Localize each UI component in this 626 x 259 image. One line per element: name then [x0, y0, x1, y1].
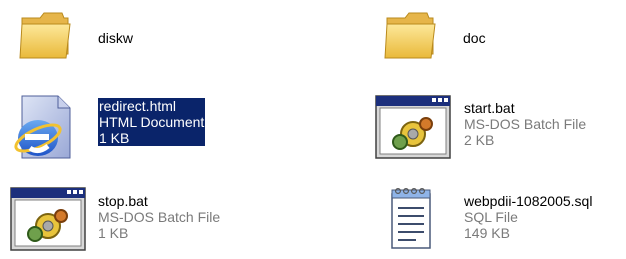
file-size: 1 KB: [98, 225, 129, 241]
folder-icon: [19, 12, 71, 59]
file-label: diskw: [98, 30, 133, 46]
file-name: redirect.html: [99, 98, 177, 114]
file-name: webpdii-1082005.sql: [464, 193, 593, 209]
file-name: stop.bat: [98, 193, 148, 209]
batch-file-icon: [375, 95, 451, 159]
file-label: doc: [463, 30, 486, 46]
file-item-stop-bat[interactable]: stop.bat MS-DOS Batch File 1 KB: [9, 186, 254, 256]
file-name: diskw: [98, 30, 134, 46]
file-size: 149 KB: [464, 225, 510, 241]
file-type: MS-DOS Batch File: [98, 209, 221, 225]
batch-file-icon: [10, 187, 86, 251]
file-label: start.bat MS-DOS Batch File 2 KB: [464, 100, 586, 148]
ie-html-icon: [14, 95, 71, 159]
file-size: 1 KB: [99, 130, 130, 146]
file-type: HTML Document: [99, 114, 205, 130]
folder-icon: [384, 12, 436, 59]
file-type: MS-DOS Batch File: [464, 116, 587, 132]
file-item-start-bat[interactable]: start.bat MS-DOS Batch File 2 KB: [374, 94, 619, 164]
file-label: stop.bat MS-DOS Batch File 1 KB: [98, 193, 220, 241]
notepad-icon: [391, 187, 431, 249]
file-item-webpdii-sql[interactable]: webpdii-1082005.sql SQL File 149 KB: [386, 186, 624, 256]
file-name: start.bat: [464, 100, 515, 116]
file-label: webpdii-1082005.sql SQL File 149 KB: [464, 193, 592, 241]
file-size: 2 KB: [464, 132, 495, 148]
file-label: redirect.html HTML Document 1 KB: [98, 98, 206, 146]
file-item-redirect-html[interactable]: redirect.html HTML Document 1 KB: [8, 92, 248, 164]
file-type: SQL File: [464, 209, 518, 225]
file-name: doc: [463, 30, 486, 46]
file-item-doc[interactable]: doc: [383, 6, 603, 70]
file-item-diskw[interactable]: diskw: [18, 6, 218, 70]
